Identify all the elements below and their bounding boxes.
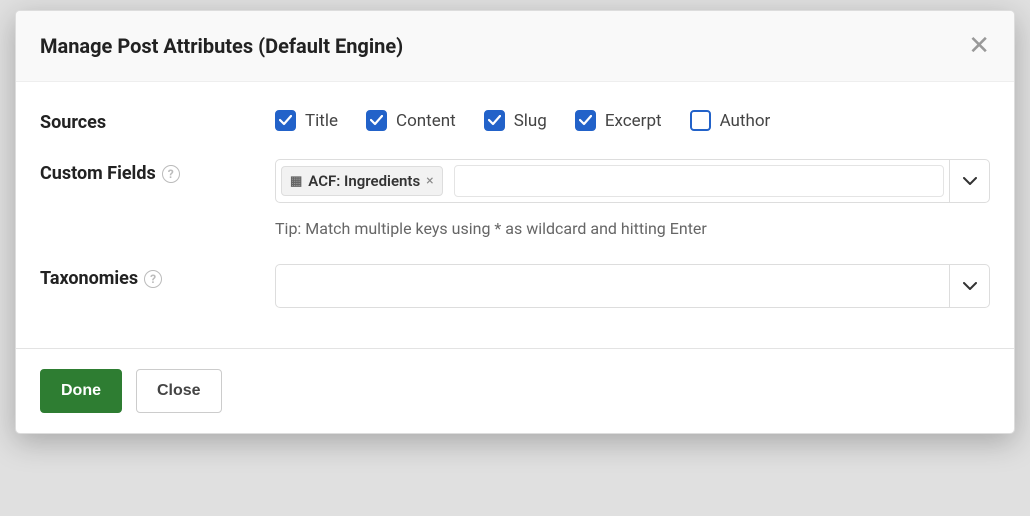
custom-fields-label: Custom Fields xyxy=(40,163,156,184)
checkbox-label: Content xyxy=(396,111,456,131)
grid-icon: ▦ xyxy=(290,175,302,188)
modal-header: Manage Post Attributes (Default Engine) … xyxy=(16,11,1014,82)
close-button[interactable]: Close xyxy=(136,369,222,413)
checkbox-label: Author xyxy=(720,111,771,131)
control-col-taxonomies xyxy=(275,264,990,308)
custom-fields-tip: Tip: Match multiple keys using * as wild… xyxy=(275,219,990,238)
checkbox-title[interactable]: Title xyxy=(275,110,338,131)
checkbox-content[interactable]: Content xyxy=(366,110,456,131)
control-col-custom-fields: ▦ ACF: Ingredients × Tip: Match multiple… xyxy=(275,159,990,238)
modal-title: Manage Post Attributes (Default Engine) xyxy=(40,34,403,58)
selected-tag: ▦ ACF: Ingredients × xyxy=(281,166,443,196)
modal-footer: Done Close xyxy=(16,348,1014,433)
checkbox-input[interactable] xyxy=(690,110,711,131)
checkbox-input[interactable] xyxy=(575,110,596,131)
label-col-sources: Sources xyxy=(40,108,275,133)
checkbox-input[interactable] xyxy=(275,110,296,131)
checkbox-label: Slug xyxy=(514,111,547,131)
taxonomies-input[interactable] xyxy=(284,270,944,302)
help-icon[interactable]: ? xyxy=(162,165,180,183)
taxonomies-label: Taxonomies xyxy=(40,268,138,289)
label-col-taxonomies: Taxonomies ? xyxy=(40,264,275,289)
label-col-custom-fields: Custom Fields ? xyxy=(40,159,275,184)
checkbox-slug[interactable]: Slug xyxy=(484,110,547,131)
taxonomies-select[interactable] xyxy=(275,264,990,308)
chevron-down-icon[interactable] xyxy=(949,160,989,202)
done-button[interactable]: Done xyxy=(40,369,122,413)
checkbox-excerpt[interactable]: Excerpt xyxy=(575,110,662,131)
select-inner xyxy=(276,265,949,307)
modal: Manage Post Attributes (Default Engine) … xyxy=(15,10,1015,434)
select-inner: ▦ ACF: Ingredients × xyxy=(276,160,949,202)
custom-fields-select[interactable]: ▦ ACF: Ingredients × xyxy=(275,159,990,203)
help-icon[interactable]: ? xyxy=(144,270,162,288)
checkbox-label: Title xyxy=(305,111,338,131)
custom-fields-input[interactable] xyxy=(454,165,944,197)
row-taxonomies: Taxonomies ? xyxy=(40,264,990,308)
chevron-down-icon[interactable] xyxy=(949,265,989,307)
modal-body: Sources Title xyxy=(16,82,1014,348)
row-sources: Sources Title xyxy=(40,108,990,133)
checkbox-author[interactable]: Author xyxy=(690,110,771,131)
sources-checkbox-row: Title Content Slug xyxy=(275,108,990,131)
checkbox-input[interactable] xyxy=(484,110,505,131)
close-icon[interactable]: ✕ xyxy=(968,33,990,59)
checkbox-input[interactable] xyxy=(366,110,387,131)
control-col-sources: Title Content Slug xyxy=(275,108,990,131)
row-custom-fields: Custom Fields ? ▦ ACF: Ingredients × xyxy=(40,159,990,238)
remove-tag-icon[interactable]: × xyxy=(426,174,433,188)
sources-label: Sources xyxy=(40,112,106,133)
modal-overlay: Manage Post Attributes (Default Engine) … xyxy=(0,0,1030,516)
checkbox-label: Excerpt xyxy=(605,111,662,131)
tag-label: ACF: Ingredients xyxy=(308,172,420,190)
